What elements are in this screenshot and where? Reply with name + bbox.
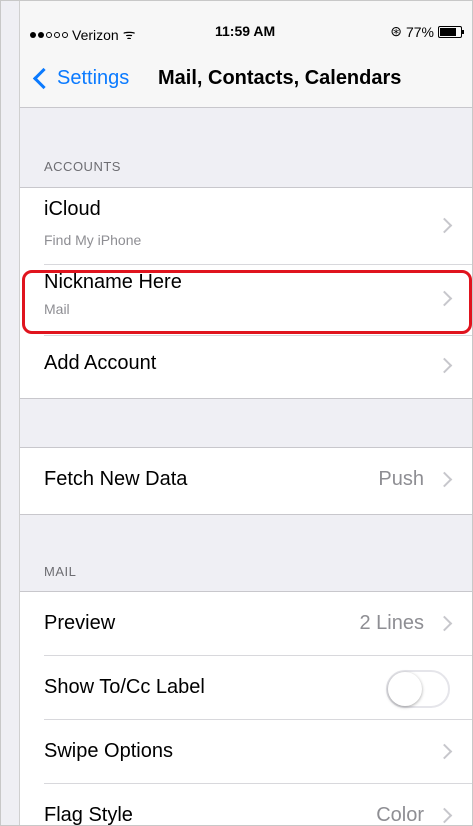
swipe-options-row[interactable]: Swipe Options bbox=[44, 720, 472, 784]
carrier-indicator: Verizon ᯤ bbox=[30, 25, 136, 44]
fetch-new-data-row[interactable]: Fetch New Data Push bbox=[44, 448, 472, 514]
chevron-right-icon bbox=[436, 743, 453, 760]
flag-style-label: Flag Style bbox=[44, 804, 133, 826]
add-account-label: Add Account bbox=[44, 352, 157, 374]
page-title: Mail, Contacts, Calendars bbox=[158, 67, 402, 89]
fetch-label: Fetch New Data bbox=[44, 468, 188, 490]
back-label: Settings bbox=[57, 67, 130, 89]
add-account-row[interactable]: Add Account bbox=[44, 336, 472, 398]
preview-row[interactable]: Preview 2 Lines bbox=[44, 592, 472, 656]
mail-group: Preview 2 Lines Show To/Cc Label Swipe O… bbox=[20, 591, 472, 826]
flag-style-row[interactable]: Flag Style Color bbox=[44, 784, 472, 826]
show-tocc-row: Show To/Cc Label bbox=[44, 656, 472, 720]
screenshot-frame: Verizon ᯤ 11:59 AM ⊛ 77% Settings Mail, … bbox=[0, 0, 473, 826]
show-tocc-toggle[interactable] bbox=[386, 670, 450, 708]
clock: 11:59 AM bbox=[215, 23, 276, 39]
back-button[interactable]: Settings bbox=[30, 67, 129, 90]
battery-indicator: ⊛ 77% bbox=[390, 23, 464, 40]
carrier-name: Verizon bbox=[72, 26, 119, 43]
preview-value: 2 Lines bbox=[359, 612, 425, 634]
phone-screen: Verizon ᯤ 11:59 AM ⊛ 77% Settings Mail, … bbox=[19, 1, 472, 826]
section-header-mail: MAIL bbox=[44, 564, 77, 579]
fetch-value: Push bbox=[378, 468, 424, 490]
chevron-right-icon bbox=[436, 471, 453, 488]
chevron-right-icon bbox=[436, 357, 453, 374]
navigation-bar: Settings Mail, Contacts, Calendars bbox=[20, 57, 472, 108]
swipe-options-label: Swipe Options bbox=[44, 740, 173, 762]
account-sublabel: Find My iPhone bbox=[44, 232, 142, 248]
flag-style-value: Color bbox=[376, 804, 424, 826]
chevron-left-icon bbox=[32, 67, 55, 90]
chevron-right-icon bbox=[436, 807, 453, 824]
account-row-icloud[interactable]: iCloud Find My iPhone bbox=[44, 188, 472, 265]
rotation-lock-icon: ⊛ bbox=[390, 23, 402, 39]
preview-label: Preview bbox=[44, 612, 116, 634]
battery-icon bbox=[438, 25, 464, 38]
section-header-accounts: ACCOUNTS bbox=[44, 159, 121, 174]
wifi-icon: ᯤ bbox=[122, 26, 136, 42]
show-tocc-label: Show To/Cc Label bbox=[44, 676, 205, 698]
highlight-outline bbox=[22, 270, 472, 334]
signal-strength-icon bbox=[30, 31, 68, 38]
status-bar: Verizon ᯤ 11:59 AM ⊛ 77% bbox=[20, 1, 472, 57]
battery-percent: 77% bbox=[405, 23, 434, 40]
account-label: iCloud bbox=[44, 198, 101, 220]
chevron-right-icon bbox=[436, 615, 453, 632]
fetch-group: Fetch New Data Push bbox=[20, 447, 472, 515]
toggle-knob bbox=[388, 672, 422, 706]
chevron-right-icon bbox=[436, 217, 453, 234]
